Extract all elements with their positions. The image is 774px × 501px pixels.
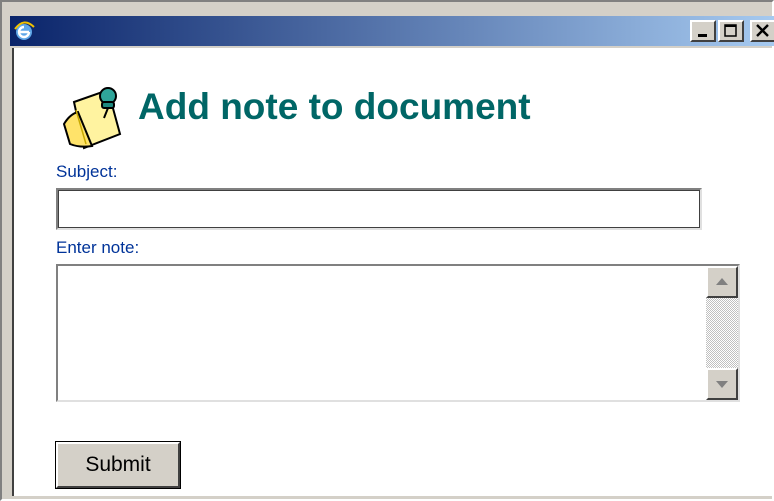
maximize-button[interactable]: [718, 20, 744, 42]
page-content: Add note to document Subject: Enter note…: [12, 48, 774, 496]
subject-label: Subject:: [56, 162, 118, 181]
browser-window: Add note to document Subject: Enter note…: [0, 0, 774, 501]
note-textarea-frame: [56, 264, 740, 402]
subject-input[interactable]: [56, 188, 702, 230]
minimize-icon: [698, 34, 707, 37]
scroll-up-button[interactable]: [706, 266, 738, 298]
note-pin-icon: [62, 87, 122, 150]
close-icon: [756, 24, 769, 37]
close-button[interactable]: [750, 20, 774, 42]
minimize-button[interactable]: [690, 20, 716, 42]
maximize-icon: [724, 24, 737, 37]
page-title: Add note to document: [138, 86, 531, 127]
arrow-down-icon: [716, 381, 728, 388]
ie-icon[interactable]: [12, 19, 36, 43]
title-bar[interactable]: [10, 16, 774, 46]
note-label: Enter note:: [56, 238, 140, 257]
vertical-scrollbar[interactable]: [706, 266, 738, 400]
scroll-down-button[interactable]: [706, 368, 738, 400]
submit-button[interactable]: Submit: [55, 441, 181, 489]
arrow-up-icon: [716, 278, 728, 285]
note-textarea[interactable]: [60, 268, 704, 400]
